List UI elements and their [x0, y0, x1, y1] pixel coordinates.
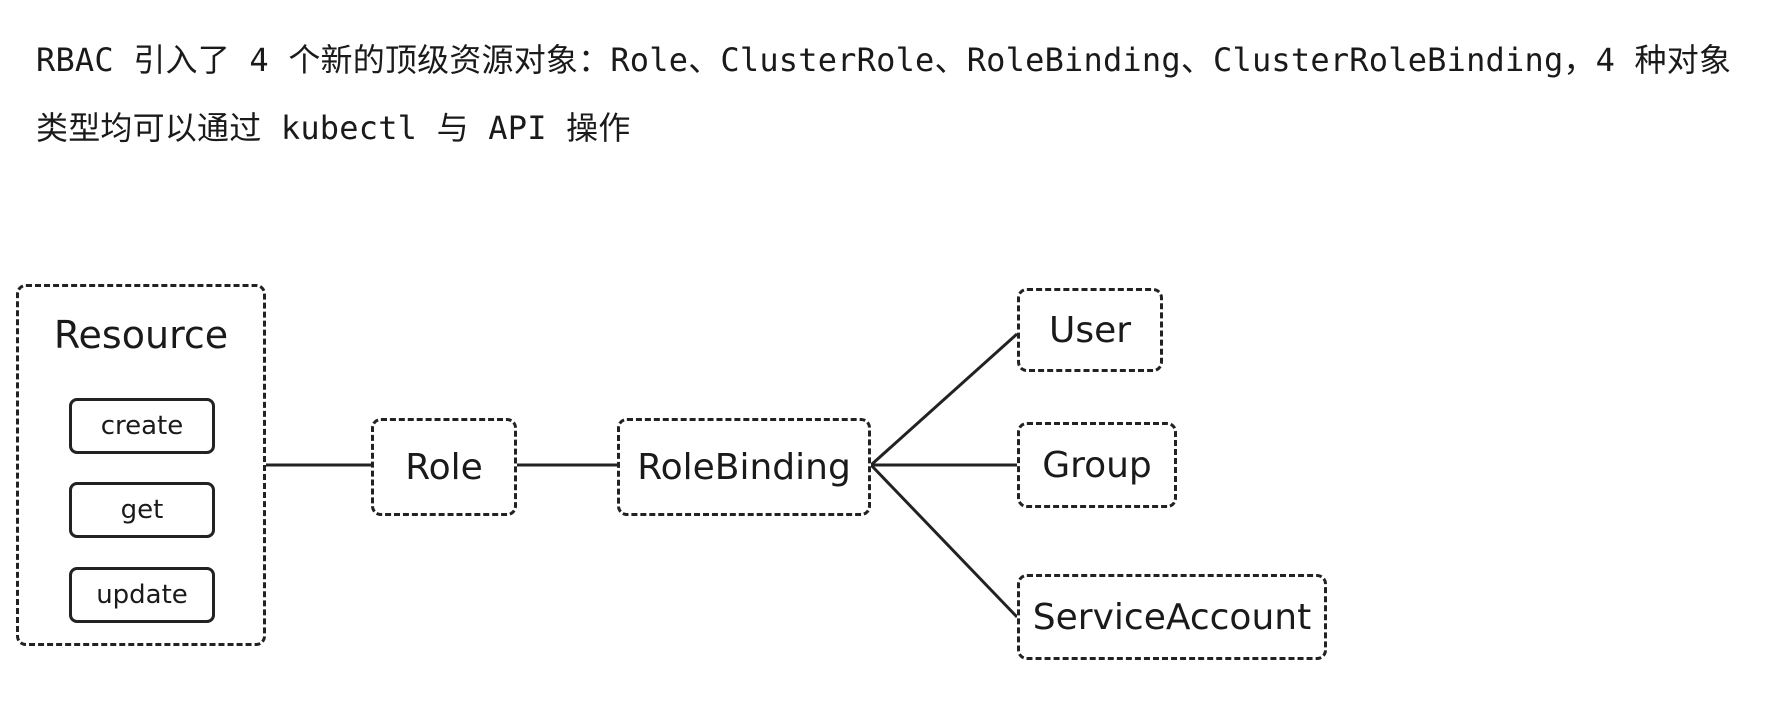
group-box: Group — [1017, 422, 1177, 508]
action-create: create — [69, 398, 215, 454]
serviceaccount-box: ServiceAccount — [1017, 574, 1327, 660]
resource-box: Resource create get update — [16, 284, 266, 646]
action-update: update — [69, 567, 215, 623]
action-get: get — [69, 482, 215, 538]
connector-rolebinding-user — [869, 332, 1019, 467]
role-box: Role — [371, 418, 517, 516]
user-box: User — [1017, 288, 1163, 372]
resource-title: Resource — [53, 313, 229, 357]
intro-paragraph: RBAC 引入了 4 个新的顶级资源对象：Role、ClusterRole、Ro… — [36, 41, 1732, 147]
connector-rolebinding-serviceaccount — [869, 463, 1019, 619]
rbac-diagram: Resource create get update Role RoleBind… — [0, 270, 1772, 690]
rolebinding-box: RoleBinding — [617, 418, 871, 516]
